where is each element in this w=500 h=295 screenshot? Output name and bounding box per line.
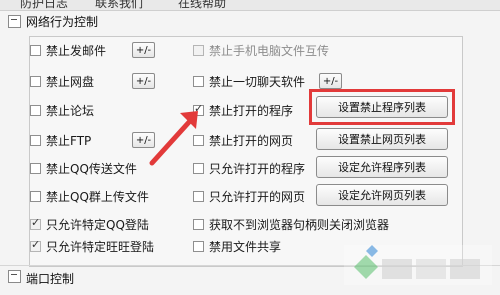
- checkbox-row-only-allow-programs[interactable]: 只允许打开的程序: [193, 160, 305, 176]
- network-behavior-title: 网络行为控制: [26, 15, 99, 29]
- checkbox-row-block-open-webpages[interactable]: 禁止打开的网页: [193, 132, 293, 148]
- checkbox[interactable]: [30, 238, 41, 252]
- checkbox-label: 只允许特定旺旺登陆: [46, 239, 155, 254]
- checkbox-label: 禁止FTP: [46, 133, 92, 148]
- checkbox[interactable]: [30, 134, 41, 146]
- checkbox-row-disable-file-share[interactable]: 禁用文件共享: [193, 238, 281, 254]
- checkbox-label: 禁止论坛: [46, 103, 95, 118]
- checkbox-row-block-forum[interactable]: 禁止论坛: [30, 102, 94, 118]
- checkbox-label: 禁止打开的网页: [209, 133, 294, 148]
- checkbox[interactable]: [193, 240, 204, 252]
- port-collapse-icon[interactable]: [8, 270, 21, 283]
- checkbox-row-block-chat-software[interactable]: 禁止一切聊天软件: [193, 73, 305, 89]
- checkbox-row-only-specific-qq[interactable]: 只允许特定QQ登陆: [30, 216, 149, 232]
- checkbox[interactable]: [30, 216, 41, 230]
- checkbox-label: 只允许打开的网页: [209, 189, 306, 204]
- checkbox-label: 禁止QQ群上传文件: [46, 189, 149, 204]
- checkbox-row-block-phone-pc-transfer[interactable]: 禁止手机电脑文件互传: [193, 42, 329, 58]
- checkbox-row-only-allow-webpages[interactable]: 只允许打开的网页: [193, 188, 305, 204]
- checkbox[interactable]: [193, 218, 204, 230]
- top-tab-strip: 防护日志 联系我们 在线帮助: [0, 0, 500, 11]
- checkbox-row-block-email[interactable]: 禁止发邮件: [30, 42, 106, 58]
- checkbox-row-block-netdisk[interactable]: 禁止网盘: [30, 73, 94, 89]
- tab-protection-log[interactable]: 防护日志: [20, 0, 68, 11]
- checkbox-label: 禁止手机电脑文件互传: [209, 43, 330, 58]
- red-arrow-icon: [149, 111, 198, 166]
- checkbox-label: 获取不到浏览器句柄则关闭浏览器: [209, 217, 390, 232]
- set-allow-programs-button[interactable]: 设定允许程序列表: [316, 156, 448, 178]
- checkbox-row-block-ftp[interactable]: 禁止FTP: [30, 132, 91, 148]
- checkbox-label: 禁止QQ传送文件: [46, 161, 137, 176]
- set-allow-webpages-button[interactable]: 设定允许网页列表: [316, 184, 448, 206]
- checkbox[interactable]: [30, 162, 41, 174]
- checkbox-label: 只允许特定QQ登陆: [46, 217, 149, 232]
- checkbox-label: 禁止打开的程序: [209, 103, 294, 118]
- checkbox[interactable]: [193, 75, 204, 87]
- highlight-box: [309, 89, 455, 125]
- checkbox-row-block-qq-transfer[interactable]: 禁止QQ传送文件: [30, 160, 137, 176]
- checkbox-row-block-qq-group-upload[interactable]: 禁止QQ群上传文件: [30, 188, 149, 204]
- checkbox-row-block-open-programs[interactable]: 禁止打开的程序: [193, 102, 293, 118]
- set-block-webpages-button[interactable]: 设置禁止网页列表: [316, 128, 448, 150]
- checkbox[interactable]: [30, 44, 41, 56]
- checkbox[interactable]: [30, 75, 41, 87]
- plus-minus-button-chat[interactable]: +/-: [319, 73, 342, 89]
- tab-contact-us[interactable]: 联系我们: [95, 0, 143, 11]
- checkbox-label: 禁止发邮件: [46, 43, 107, 58]
- checkbox-label: 禁止一切聊天软件: [209, 74, 306, 89]
- checkbox[interactable]: [30, 190, 41, 202]
- checkbox-row-only-specific-wangwang[interactable]: 只允许特定旺旺登陆: [30, 238, 154, 254]
- plus-minus-button-email[interactable]: +/-: [132, 42, 155, 58]
- checkbox-label: 禁止网盘: [46, 74, 95, 89]
- port-control-title: 端口控制: [26, 272, 75, 286]
- checkbox-row-close-browser[interactable]: 获取不到浏览器句柄则关闭浏览器: [193, 216, 389, 232]
- tab-online-help[interactable]: 在线帮助: [178, 0, 226, 11]
- checkbox[interactable]: [193, 44, 204, 56]
- checkbox[interactable]: [193, 190, 204, 202]
- watermark-logo-icon: [344, 245, 492, 285]
- plus-minus-button-netdisk[interactable]: +/-: [132, 73, 155, 89]
- checkbox-label: 只允许打开的程序: [209, 161, 306, 176]
- checkbox[interactable]: [30, 104, 41, 116]
- collapse-icon[interactable]: [8, 15, 21, 28]
- checkbox-label: 禁用文件共享: [209, 239, 282, 254]
